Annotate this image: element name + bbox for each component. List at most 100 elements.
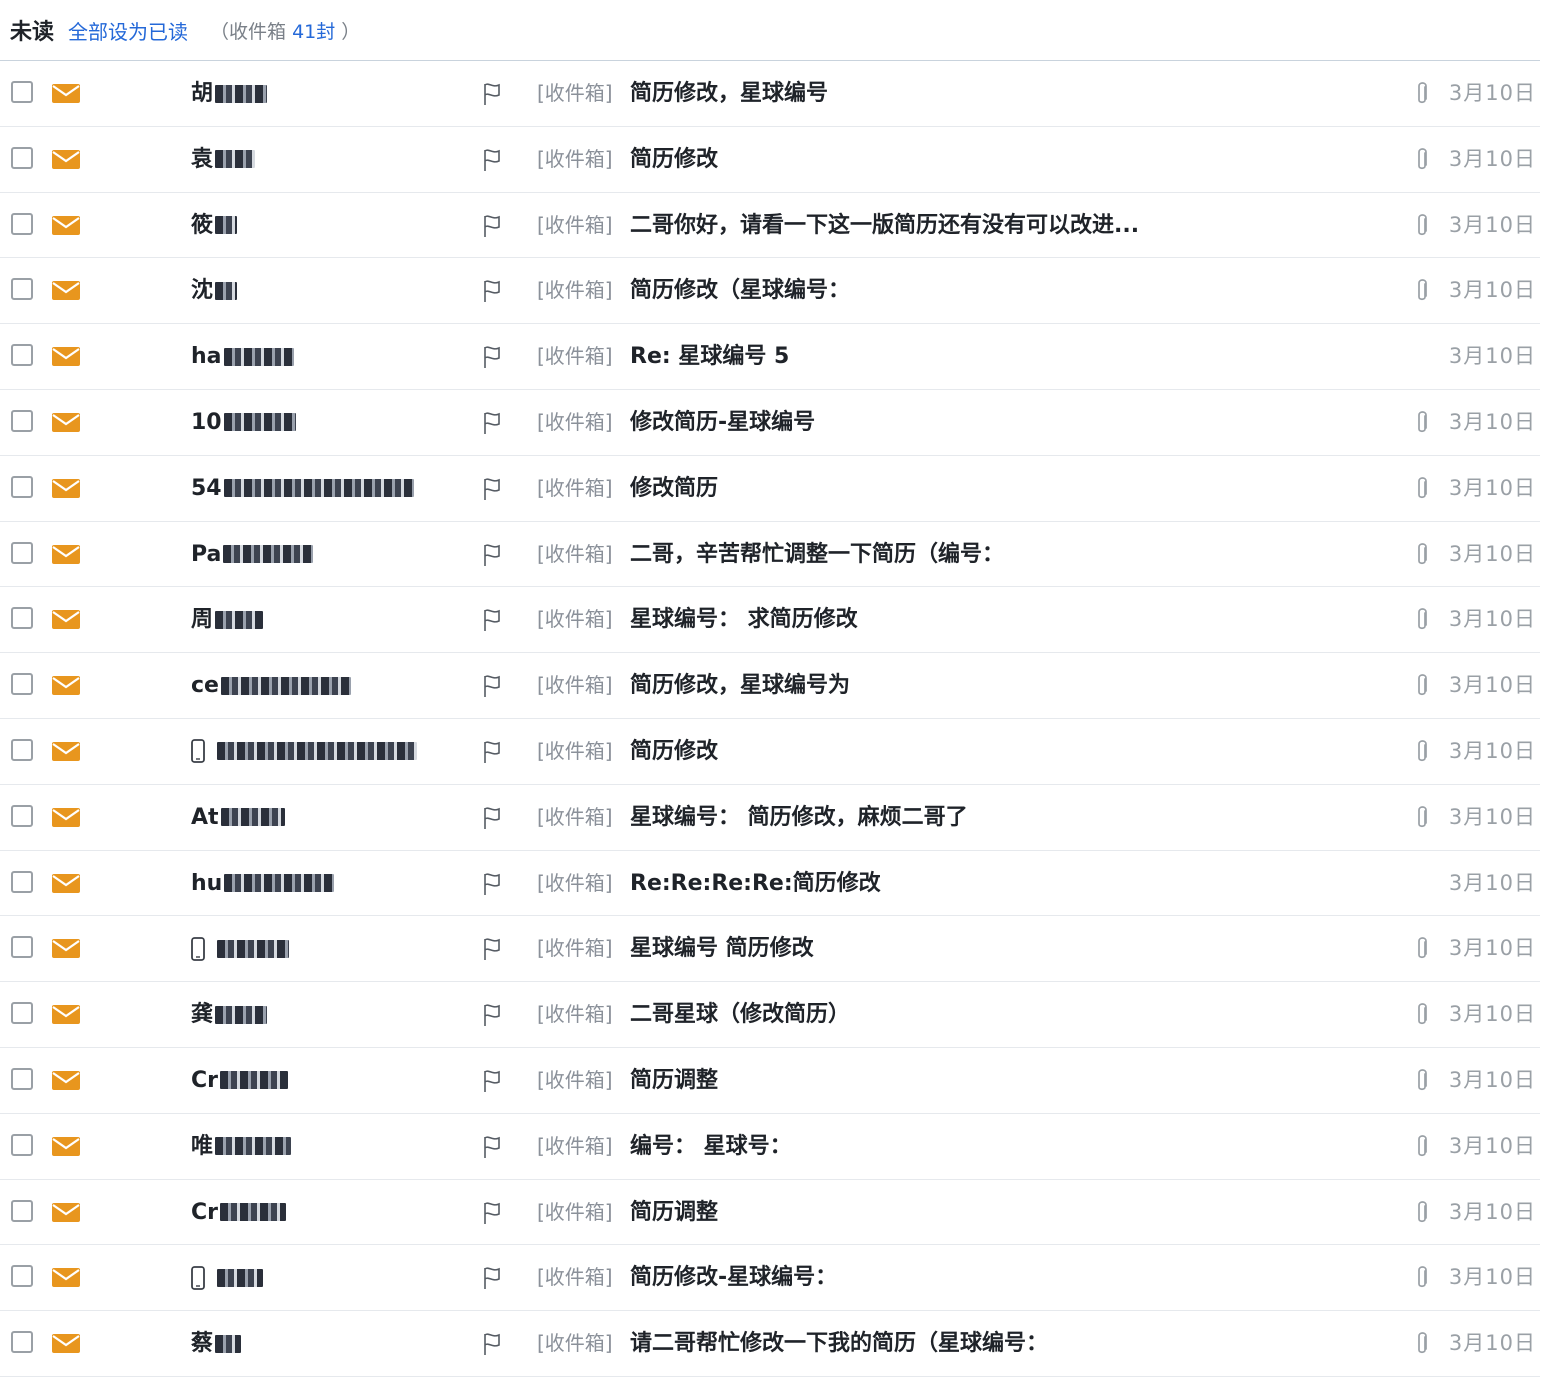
- checkbox-icon[interactable]: [11, 607, 33, 630]
- email-row[interactable]: Pa [收件箱] 二哥，辛苦帮忙调整一下简历（编号： 3月10日: [0, 522, 1540, 588]
- email-subject[interactable]: Re: 星球编号 5: [630, 324, 789, 389]
- flag-icon[interactable]: [482, 1332, 502, 1356]
- email-row[interactable]: 唯 [收件箱] 编号： 星球号： 3月10日: [0, 1114, 1540, 1180]
- checkbox-icon[interactable]: [11, 870, 33, 893]
- flag-icon[interactable]: [482, 279, 502, 303]
- email-row[interactable]: hu [收件箱] Re:Re:Re:Re:简历修改 3月10日: [0, 851, 1540, 917]
- checkbox-icon[interactable]: [11, 81, 33, 103]
- email-subject[interactable]: 编号： 星球号：: [630, 1114, 792, 1179]
- checkbox-icon[interactable]: [11, 475, 33, 498]
- sender-cell[interactable]: 唯: [191, 1114, 292, 1179]
- flag-icon[interactable]: [482, 1135, 502, 1159]
- email-subject[interactable]: 简历修改: [630, 127, 718, 192]
- email-subject[interactable]: 简历修改-星球编号：: [630, 1245, 837, 1310]
- email-row[interactable]: 54 [收件箱] 修改简历 3月10日: [0, 456, 1540, 522]
- flag-icon[interactable]: [482, 1003, 502, 1027]
- flag-icon[interactable]: [482, 872, 502, 896]
- checkbox-icon[interactable]: [11, 738, 33, 761]
- checkbox-icon[interactable]: [11, 1002, 33, 1025]
- email-row[interactable]: At [收件箱] 星球编号： 简历修改，麻烦二哥了 3月10日: [0, 785, 1540, 851]
- checkbox-icon[interactable]: [11, 1265, 33, 1288]
- email-subject[interactable]: 简历修改，星球编号为: [630, 653, 850, 718]
- email-subject[interactable]: 星球编号： 求简历修改: [630, 587, 858, 652]
- email-row[interactable]: 沈 [收件箱] 简历修改（星球编号： 3月10日: [0, 258, 1540, 325]
- sender-cell[interactable]: [191, 916, 289, 981]
- email-subject[interactable]: 简历调整: [630, 1180, 718, 1245]
- sender-cell[interactable]: 周: [191, 587, 264, 652]
- checkbox-icon[interactable]: [11, 212, 33, 235]
- flag-icon[interactable]: [482, 740, 502, 764]
- sender-cell[interactable]: Cr: [191, 1180, 286, 1245]
- email-subject[interactable]: 星球编号： 简历修改，麻烦二哥了: [630, 785, 968, 850]
- email-subject[interactable]: 二哥星球（修改简历）: [630, 982, 850, 1047]
- checkbox-icon[interactable]: [11, 1199, 33, 1222]
- email-row[interactable]: ce [收件箱] 简历修改，星球编号为 3月10日: [0, 653, 1540, 719]
- email-row[interactable]: 胡 [收件箱] 简历修改，星球编号 3月10日: [0, 61, 1540, 127]
- email-row[interactable]: ha [收件箱] Re: 星球编号 5 3月10日: [0, 324, 1540, 390]
- sender-cell[interactable]: hu: [191, 851, 335, 916]
- flag-icon[interactable]: [482, 477, 502, 501]
- email-subject[interactable]: 修改简历: [630, 456, 718, 521]
- flag-icon[interactable]: [482, 543, 502, 567]
- checkbox-icon[interactable]: [11, 409, 33, 432]
- checkbox-icon[interactable]: [11, 1331, 33, 1354]
- flag-icon[interactable]: [482, 674, 502, 698]
- email-subject[interactable]: 简历修改，星球编号: [630, 61, 828, 126]
- email-row[interactable]: 10 [收件箱] 修改简历-星球编号 3月10日: [0, 390, 1540, 456]
- email-row[interactable]: 蔡 [收件箱] 请二哥帮忙修改一下我的简历（星球编号： 3月10日: [0, 1311, 1540, 1377]
- email-row[interactable]: 龚 [收件箱] 二哥星球（修改简历） 3月10日: [0, 982, 1540, 1048]
- email-subject[interactable]: 请二哥帮忙修改一下我的简历（星球编号：: [630, 1311, 1048, 1376]
- email-subject[interactable]: 简历修改（星球编号：: [630, 258, 850, 323]
- email-subject[interactable]: 二哥你好，请看一下这一版简历还有没有可以改进...: [630, 193, 1139, 258]
- email-subject[interactable]: 修改简历-星球编号: [630, 390, 815, 455]
- sender-cell[interactable]: 龚: [191, 982, 268, 1047]
- email-row[interactable]: [收件箱] 简历修改-星球编号： 3月10日: [0, 1245, 1540, 1312]
- checkbox-icon[interactable]: [11, 673, 33, 696]
- email-row[interactable]: [收件箱] 星球编号 简历修改 3月10日: [0, 916, 1540, 983]
- sender-cell[interactable]: Pa: [191, 522, 314, 587]
- sender-cell[interactable]: ce: [191, 653, 351, 718]
- email-row[interactable]: Cr [收件箱] 简历调整 3月10日: [0, 1048, 1540, 1114]
- flag-icon[interactable]: [482, 345, 502, 369]
- inbox-count-link[interactable]: 41封: [292, 21, 335, 43]
- sender-cell[interactable]: 胡: [191, 61, 268, 126]
- sender-cell[interactable]: 蔡: [191, 1311, 242, 1376]
- flag-icon[interactable]: [482, 214, 502, 238]
- sender-cell[interactable]: 筱: [191, 193, 238, 258]
- sender-cell[interactable]: Cr: [191, 1048, 288, 1113]
- mark-all-read-link[interactable]: 全部设为已读: [68, 16, 188, 45]
- checkbox-icon[interactable]: [11, 344, 33, 367]
- flag-icon[interactable]: [482, 82, 502, 106]
- flag-icon[interactable]: [482, 148, 502, 172]
- checkbox-icon[interactable]: [11, 1067, 33, 1090]
- checkbox-icon[interactable]: [11, 541, 33, 564]
- flag-icon[interactable]: [482, 1069, 502, 1093]
- email-row[interactable]: Cr [收件箱] 简历调整 3月10日: [0, 1180, 1540, 1246]
- sender-cell[interactable]: 袁: [191, 127, 256, 192]
- sender-cell[interactable]: 54: [191, 456, 414, 521]
- email-subject[interactable]: 星球编号 简历修改: [630, 916, 814, 981]
- checkbox-icon[interactable]: [11, 1133, 33, 1156]
- sender-cell[interactable]: 沈: [191, 258, 238, 323]
- sender-cell[interactable]: At: [191, 785, 285, 850]
- flag-icon[interactable]: [482, 806, 502, 830]
- checkbox-icon[interactable]: [11, 146, 33, 169]
- sender-cell[interactable]: [191, 719, 417, 784]
- flag-icon[interactable]: [482, 1201, 502, 1225]
- sender-cell[interactable]: 10: [191, 390, 296, 455]
- sender-cell[interactable]: ha: [191, 324, 294, 389]
- checkbox-icon[interactable]: [11, 936, 33, 959]
- email-row[interactable]: 袁 [收件箱] 简历修改 3月10日: [0, 127, 1540, 193]
- checkbox-icon[interactable]: [11, 278, 33, 301]
- flag-icon[interactable]: [482, 937, 502, 961]
- email-row[interactable]: 筱 [收件箱] 二哥你好，请看一下这一版简历还有没有可以改进... 3月10日: [0, 193, 1540, 259]
- email-subject[interactable]: 二哥，辛苦帮忙调整一下简历（编号：: [630, 522, 1004, 587]
- email-row[interactable]: [收件箱] 简历修改 3月10日: [0, 719, 1540, 785]
- checkbox-icon[interactable]: [11, 804, 33, 827]
- flag-icon[interactable]: [482, 608, 502, 632]
- sender-cell[interactable]: [191, 1245, 263, 1310]
- email-subject[interactable]: 简历修改: [630, 719, 718, 784]
- email-row[interactable]: 周 [收件箱] 星球编号： 求简历修改 3月10日: [0, 587, 1540, 654]
- email-subject[interactable]: 简历调整: [630, 1048, 718, 1113]
- flag-icon[interactable]: [482, 1266, 502, 1290]
